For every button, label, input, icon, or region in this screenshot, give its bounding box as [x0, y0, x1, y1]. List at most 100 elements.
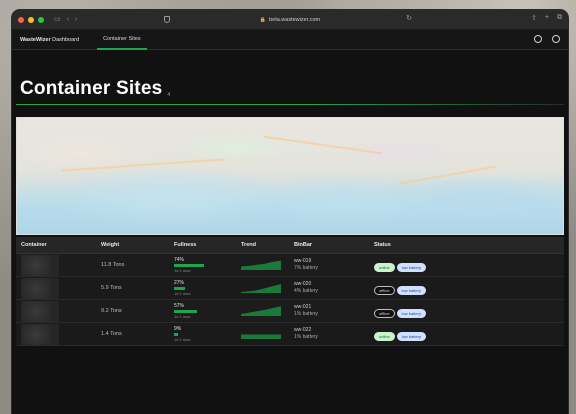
trend-cell	[241, 260, 294, 270]
zoom-window-button[interactable]	[38, 16, 44, 23]
minimize-window-button[interactable]	[28, 16, 34, 23]
sites-map[interactable]	[16, 117, 564, 235]
trend-area	[241, 334, 281, 339]
gear-icon[interactable]	[534, 35, 542, 43]
reload-icon[interactable]: ↻	[406, 14, 412, 22]
status-cell: offline low battery	[374, 279, 564, 297]
container-photo[interactable]	[21, 254, 59, 276]
weight-value: 5.9 Tons	[101, 285, 122, 291]
site-count: 4	[167, 92, 171, 98]
status-badge-low: low battery	[396, 286, 426, 295]
status-badge-online: online	[374, 332, 395, 341]
fullness-bar	[174, 310, 214, 313]
map-road	[263, 135, 383, 154]
container-cell	[16, 277, 101, 299]
status-badge-low: low battery	[396, 263, 427, 272]
binbar-id[interactable]: ww-020	[294, 281, 374, 288]
new-tab-icon[interactable]: +	[545, 14, 549, 22]
fullness-bar-fill	[174, 287, 185, 290]
trend-area	[241, 284, 281, 293]
binbar-battery: 1% battery	[294, 311, 318, 317]
fullness-cell: 27% 1d 1 max	[174, 280, 241, 296]
share-icon[interactable]: ⇪	[531, 14, 537, 22]
fullness-percent: 57%	[174, 303, 185, 309]
column-header-fullness[interactable]: Fullness	[174, 242, 241, 248]
status-cell: online low battery	[374, 325, 564, 343]
binbar-battery: 4% battery	[294, 288, 318, 294]
container-cell	[16, 300, 101, 322]
fullness-cell: 57% 1d 1 max	[174, 303, 241, 319]
trend-cell	[241, 283, 294, 293]
table-header: Container Weight Fullness Trend BinBar S…	[16, 237, 564, 254]
tab-label: Container Sites	[103, 35, 141, 42]
table-row[interactable]: 9.2 Tons 57% 1d 1 max ww-021 1% battery offli…	[16, 300, 564, 323]
binbar-id[interactable]: ww-019	[294, 258, 374, 265]
browser-window: ▭ ‹ › 🔒 beta.wastewizer.com ↻ ⇪ + ⧉ Wast…	[12, 10, 568, 414]
trend-sparkline	[241, 306, 281, 316]
close-window-button[interactable]	[18, 16, 24, 23]
brand-name: WasteWizer	[20, 36, 51, 43]
binbar-cell: ww-022 1% battery	[294, 327, 374, 341]
brand-suffix: Dashboard	[50, 36, 80, 43]
table-row[interactable]: 11.8 Tons 74% 1d 1 max ww-019 7% battery onli…	[16, 254, 564, 277]
column-header-status[interactable]: Status	[374, 242, 564, 248]
table-body: 11.8 Tons 74% 1d 1 max ww-019 7% battery onli…	[16, 254, 564, 346]
weight-value: 9.2 Tons	[101, 308, 122, 314]
trend-area	[241, 306, 281, 316]
table-row[interactable]: 5.9 Tons 27% 1d 1 max ww-020 4% battery offli…	[16, 277, 564, 300]
container-photo[interactable]	[21, 323, 59, 345]
trend-sparkline	[241, 260, 281, 270]
status-badge-offline: offline	[374, 286, 395, 295]
container-cell	[16, 254, 101, 276]
app-navbar: WasteWizer Dashboard Container Sites	[12, 30, 568, 50]
fullness-percent: 27%	[174, 280, 185, 286]
shield-icon[interactable]	[164, 16, 170, 23]
sidebar-toggle-icon[interactable]: ▭	[54, 16, 61, 23]
fullness-bar-fill	[174, 333, 178, 336]
table-row[interactable]: 1.4 Tons 9% 1d 1 max ww-022 1% battery online…	[16, 323, 564, 346]
status-badge-low: low battery	[396, 309, 426, 318]
page-title: Container Sites	[20, 78, 163, 99]
binbar-id[interactable]: ww-021	[294, 304, 374, 311]
column-header-trend[interactable]: Trend	[241, 242, 294, 248]
binbar-battery: 1% battery	[294, 334, 318, 340]
trend-cell	[241, 306, 294, 316]
lock-icon: 🔒	[259, 17, 267, 23]
fullness-percent: 74%	[174, 257, 185, 263]
column-header-weight[interactable]: Weight	[101, 242, 174, 248]
status-cell: online low battery	[374, 256, 564, 274]
binbar-cell: ww-021 1% battery	[294, 304, 374, 318]
brand-logo[interactable]: WasteWizer Dashboard	[20, 37, 79, 43]
container-photo[interactable]	[21, 300, 59, 322]
containers-table: Container Weight Fullness Trend BinBar S…	[16, 237, 564, 346]
fullness-bar	[174, 333, 214, 336]
status-badge-low: low battery	[396, 332, 427, 341]
binbar-cell: ww-019 7% battery	[294, 258, 374, 272]
fullness-bar-fill	[174, 264, 204, 267]
fullness-cell: 9% 1d 1 max	[174, 326, 241, 342]
fullness-bar	[174, 287, 214, 290]
weight-value: 11.8 Tons	[101, 262, 125, 268]
binbar-id[interactable]: ww-022	[294, 327, 374, 334]
address-bar[interactable]: 🔒 beta.wastewizer.com	[175, 13, 405, 27]
back-arrow-icon[interactable]: ‹	[67, 16, 69, 23]
fullness-max: 1d 1 max	[174, 291, 191, 296]
forward-arrow-icon[interactable]: ›	[75, 16, 77, 23]
status-badge-online: online	[374, 263, 395, 272]
main-content: Container Sites 4 Container Weight Fulln…	[12, 50, 568, 414]
column-header-container[interactable]: Container	[16, 242, 101, 248]
user-account-icon[interactable]	[552, 35, 560, 43]
trend-area	[241, 260, 281, 270]
fullness-percent: 9%	[174, 326, 182, 332]
tab-container-sites[interactable]: Container Sites	[97, 30, 147, 50]
binbar-battery: 7% battery	[294, 265, 318, 271]
trend-cell	[241, 329, 294, 339]
map-road	[60, 158, 225, 173]
tab-overview-icon[interactable]: ⧉	[557, 14, 562, 22]
column-header-binbar[interactable]: BinBar	[294, 242, 374, 248]
binbar-cell: ww-020 4% battery	[294, 281, 374, 295]
container-cell	[16, 323, 101, 345]
status-cell: offline low battery	[374, 302, 564, 320]
status-badge-offline: offline	[374, 309, 395, 318]
container-photo[interactable]	[21, 277, 59, 299]
